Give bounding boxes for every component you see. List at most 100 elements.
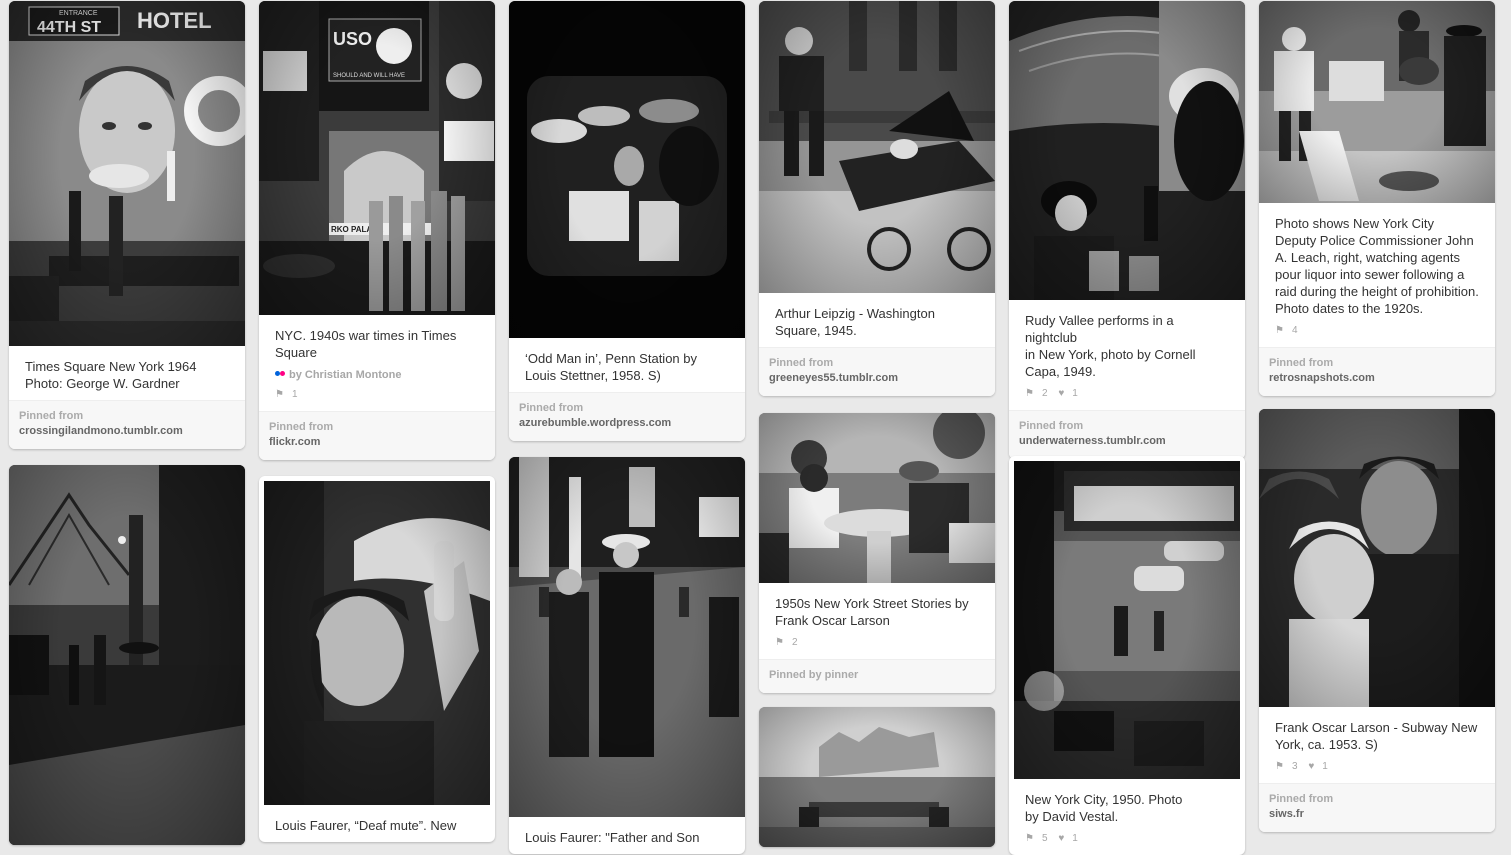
- pinned-from-label: Pinned from: [19, 410, 84, 422]
- pin-card[interactable]: Rudy Vallee performs in a nightclub in N…: [1009, 1, 1245, 459]
- pin-description: 1950s New York Street Stories by Frank O…: [759, 583, 995, 637]
- flickr-icon: [275, 369, 285, 379]
- pin-card[interactable]: Louis Faurer: "Father and Son: [509, 457, 745, 854]
- pin-description: Louis Faurer: "Father and Son: [509, 817, 745, 854]
- pin-source[interactable]: Pinned from siws.fr: [1259, 783, 1495, 832]
- pin-photo-frame: [1009, 456, 1245, 779]
- description-line: Frank Oscar Larson: [775, 613, 890, 628]
- pin-photo[interactable]: [1009, 1, 1245, 300]
- sign-uso: USO: [333, 29, 372, 49]
- description-line: Photo: George W. Gardner: [25, 376, 180, 391]
- pin-photo[interactable]: ENTRANCE 44TH ST HOTEL: [9, 1, 245, 346]
- pin-card[interactable]: USO SHOULD AND WILL HAVE RKO PALACE NYC.…: [259, 1, 495, 460]
- photo-chess-players: [759, 413, 995, 583]
- description-line: Arthur Leipzig - Washington: [775, 306, 935, 321]
- pinned-from-label: Pinned from: [269, 421, 334, 433]
- pin-description: ‘Odd Man in’, Penn Station by Louis Stet…: [509, 338, 745, 392]
- description-line: Louis Faurer: "Father and Son: [525, 830, 700, 845]
- pin-description: Louis Faurer, “Deaf mute”. New: [259, 805, 495, 842]
- pin-stats: ⚑ 1: [259, 389, 495, 411]
- pin-photo[interactable]: [264, 481, 490, 805]
- pin-photo[interactable]: [9, 465, 245, 845]
- pin-photo[interactable]: [1259, 409, 1495, 707]
- source-domain[interactable]: siws.fr: [1269, 807, 1485, 822]
- pin-via[interactable]: by Christian Montone: [259, 369, 495, 389]
- photo-rainy-street: [9, 465, 245, 845]
- description-line: Rudy Vallee performs in a nightclub: [1025, 313, 1174, 345]
- photo-washington-square: [759, 1, 995, 293]
- pin-source[interactable]: Pinned from underwaterness.tumblr.com: [1009, 410, 1245, 459]
- like-count: 1: [1322, 761, 1328, 772]
- source-domain[interactable]: crossingilandmono.tumblr.com: [19, 424, 235, 439]
- description-line: Times Square New York 1964: [25, 359, 197, 374]
- like-count: 1: [1072, 388, 1078, 399]
- description-line: Louis Stettner, 1958. S): [525, 368, 661, 383]
- photo-odd-man-in: [509, 1, 745, 338]
- heart-icon: ♥: [1058, 388, 1065, 399]
- source-domain[interactable]: flickr.com: [269, 435, 485, 450]
- repin-count: 2: [791, 637, 798, 648]
- description-line: New York City, 1950. Photo: [1025, 792, 1183, 807]
- pin-source[interactable]: Pinned from crossingilandmono.tumblr.com: [9, 400, 245, 449]
- pin-icon: ⚑: [1275, 325, 1284, 336]
- description-line: A. Leach, right, watching agents: [1275, 250, 1461, 265]
- pin-stats: ⚑ 2: [759, 637, 995, 659]
- pin-photo[interactable]: [1014, 461, 1240, 779]
- pin-description: New York City, 1950. Photo by David Vest…: [1009, 779, 1245, 833]
- pin-source[interactable]: Pinned from retrosnapshots.com: [1259, 347, 1495, 396]
- description-line: Deputy Police Commissioner John: [1275, 233, 1474, 248]
- pin-source[interactable]: Pinned by pinner: [759, 659, 995, 693]
- pinned-from-label: Pinned from: [1019, 420, 1084, 432]
- pin-card[interactable]: Arthur Leipzig - Washington Square, 1945…: [759, 1, 995, 396]
- description-line: York, ca. 1953. S): [1275, 737, 1378, 752]
- pin-description: Rudy Vallee performs in a nightclub in N…: [1009, 300, 1245, 388]
- description-line: ‘Odd Man in’, Penn Station by: [525, 351, 697, 366]
- pin-photo[interactable]: [759, 1, 995, 293]
- pin-photo[interactable]: [759, 707, 995, 847]
- pin-photo[interactable]: [759, 413, 995, 583]
- pin-photo[interactable]: [1259, 1, 1495, 203]
- pin-icon: ⚑: [775, 637, 784, 648]
- pin-card[interactable]: Photo shows New York City Deputy Police …: [1259, 1, 1495, 396]
- pin-card[interactable]: ‘Odd Man in’, Penn Station by Louis Stet…: [509, 1, 745, 441]
- source-domain[interactable]: retrosnapshots.com: [1269, 371, 1485, 386]
- via-by[interactable]: by Christian Montone: [289, 369, 401, 381]
- pin-stats: ⚑ 4: [1259, 325, 1495, 347]
- photo-times-square: ENTRANCE 44TH ST HOTEL: [9, 1, 245, 346]
- description-line: by David Vestal.: [1025, 809, 1119, 824]
- pin-icon: ⚑: [275, 389, 284, 400]
- pin-card[interactable]: New York City, 1950. Photo by David Vest…: [1009, 456, 1245, 855]
- pin-photo[interactable]: [509, 1, 745, 338]
- source-domain[interactable]: underwaterness.tumblr.com: [1019, 434, 1235, 449]
- pin-card[interactable]: Frank Oscar Larson - Subway New York, ca…: [1259, 409, 1495, 832]
- heart-icon: ♥: [1308, 761, 1315, 772]
- source-domain[interactable]: azurebumble.wordpress.com: [519, 416, 735, 431]
- sign-44th: 44TH ST: [37, 19, 101, 36]
- pin-source[interactable]: Pinned from azurebumble.wordpress.com: [509, 392, 745, 441]
- sign-should: SHOULD AND WILL HAVE: [333, 73, 405, 79]
- pin-card[interactable]: [9, 465, 245, 845]
- pin-source[interactable]: Pinned from flickr.com: [259, 411, 495, 460]
- pin-photo[interactable]: [509, 457, 745, 817]
- pin-photo-frame: [259, 476, 495, 805]
- description-line: pour liquor into sewer following a: [1275, 267, 1465, 282]
- repin-count: 1: [291, 389, 298, 400]
- pin-stats: ⚑ 3 ♥ 1: [1259, 761, 1495, 783]
- pin-card[interactable]: ENTRANCE 44TH ST HOTEL Times Square New …: [9, 1, 245, 449]
- photo-prohibition: [1259, 1, 1495, 203]
- photo-nyc-1950: [1014, 461, 1240, 779]
- source-domain[interactable]: greeneyes55.tumblr.com: [769, 371, 985, 386]
- photo-ruins: [759, 707, 995, 847]
- description-line: in New York, photo by Cornell: [1025, 347, 1196, 362]
- pin-card[interactable]: 1950s New York Street Stories by Frank O…: [759, 413, 995, 693]
- pinned-from-label: Pinned from: [1269, 357, 1334, 369]
- pin-source[interactable]: Pinned from greeneyes55.tumblr.com: [759, 347, 995, 396]
- photo-deaf-mute: [264, 481, 490, 805]
- pinned-from-label: Pinned from: [769, 357, 834, 369]
- description-line: Square: [275, 345, 317, 360]
- pin-photo[interactable]: USO SHOULD AND WILL HAVE RKO PALACE: [259, 1, 495, 315]
- description-line: 1950s New York Street Stories by: [775, 596, 969, 611]
- pin-card[interactable]: Louis Faurer, “Deaf mute”. New: [259, 476, 495, 842]
- pin-card[interactable]: [759, 707, 995, 847]
- pinned-by-label[interactable]: Pinned by pinner: [769, 669, 858, 681]
